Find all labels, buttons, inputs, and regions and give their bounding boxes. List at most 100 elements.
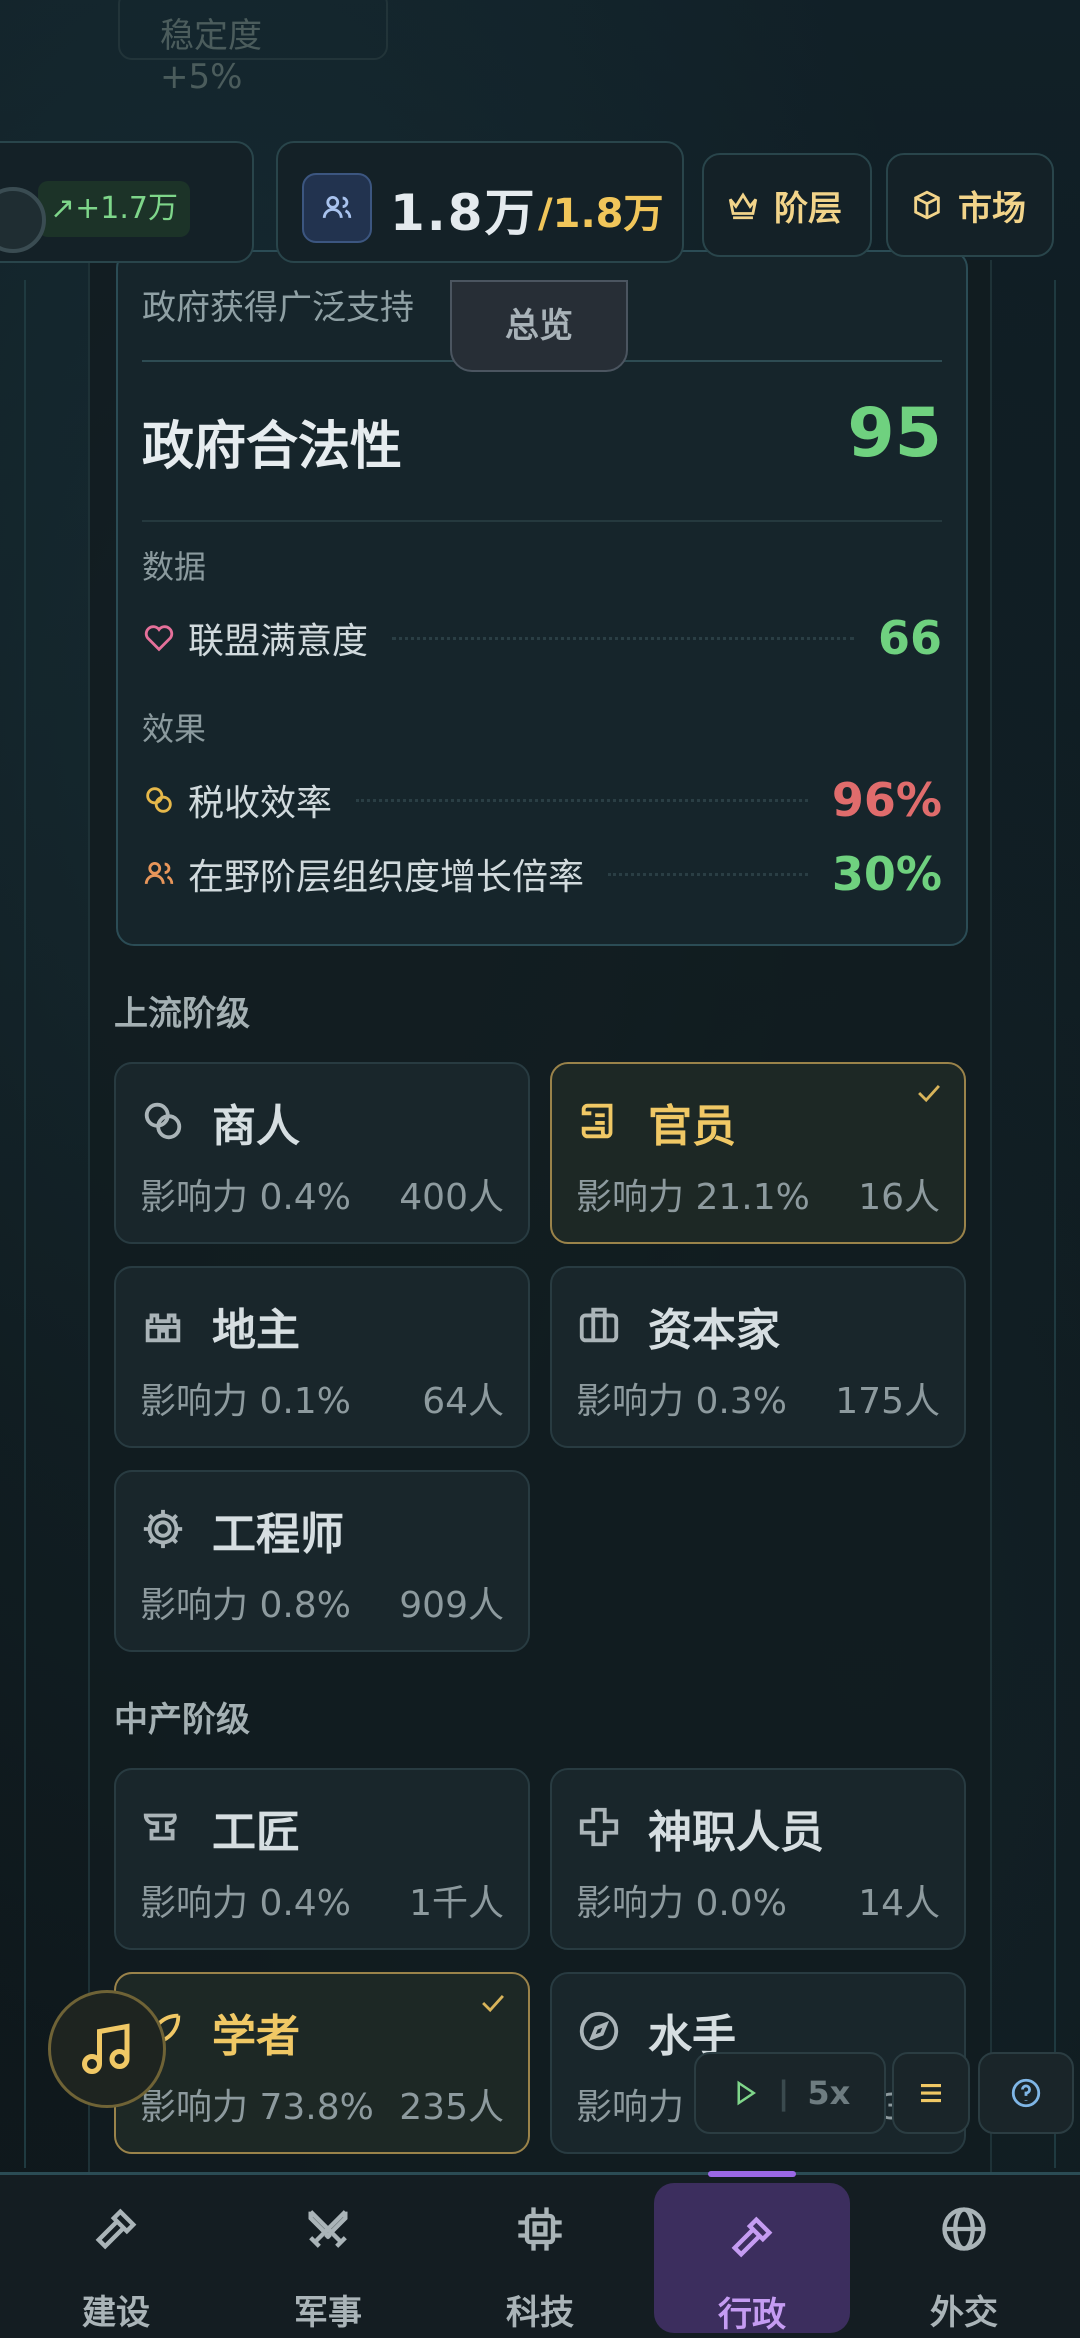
nav-label: 军事 (294, 2293, 362, 2333)
stat-row-tax: 税收效率 96% (142, 772, 942, 828)
stat-row-alliance: 联盟满意度 66 (142, 610, 942, 666)
class-card-engineer[interactable]: 工程师 影响力 0.8% 909人 (114, 1470, 530, 1652)
nav-military[interactable]: 军事 (230, 2175, 426, 2338)
strata-label: 阶层 (774, 188, 842, 229)
class-population: 16人 (858, 1177, 940, 1218)
legitimacy-score: 95 (847, 394, 942, 473)
users-icon (302, 173, 372, 243)
class-card-capitalist[interactable]: 资本家 影响力 0.3% 175人 (550, 1266, 966, 1448)
class-name: 资本家 (648, 1305, 780, 1356)
class-influence: 影响力 0.4% (140, 1177, 351, 1218)
dotted-leader (392, 636, 854, 640)
class-card-landowner[interactable]: 地主 影响力 0.1% 64人 (114, 1266, 530, 1448)
growth-value: +1.7万 (75, 191, 178, 226)
coins-icon (146, 787, 172, 813)
trend-up-icon: ↗ (50, 191, 76, 226)
class-name: 商人 (212, 1101, 300, 1152)
class-influence: 影响力 21.1% (576, 1177, 810, 1218)
population-value: 1.8万 (390, 184, 537, 242)
music-note-icon (82, 2023, 130, 2074)
class-population: 1千人 (409, 1883, 504, 1924)
menu-button[interactable] (892, 2052, 970, 2134)
right-frame-line (1054, 280, 1056, 2168)
class-name: 地主 (212, 1305, 300, 1356)
hammer-icon (95, 2208, 137, 2250)
play-icon (737, 2080, 756, 2106)
class-influence: 影响力 0.3% (576, 1381, 787, 1422)
bottom-nav: 建设 军事 科技 行政 外交 (0, 2171, 1080, 2338)
stat-label: 联盟满意度 (188, 621, 369, 662)
class-population: 909人 (399, 1585, 504, 1626)
swords-icon (308, 2210, 348, 2248)
gavel-icon (731, 2216, 773, 2258)
population-max: /1.8万 (538, 191, 664, 237)
market-label: 市场 (958, 188, 1026, 229)
heart-icon (144, 625, 174, 652)
speed-control[interactable]: | 5x (694, 2052, 886, 2134)
stat-row-organization: 在野阶层组织度增长倍率 30% (142, 846, 942, 902)
class-card-merchant[interactable]: 商人 影响力 0.4% 400人 (114, 1062, 530, 1244)
tab-overview[interactable]: 总览 (450, 280, 628, 372)
class-influence: 影响力 73.8% (140, 2087, 374, 2128)
chip-icon (518, 2207, 562, 2251)
nav-admin[interactable]: 行政 (654, 2171, 850, 2335)
nav-label: 科技 (506, 2293, 574, 2333)
anvil-icon (143, 1813, 177, 1841)
class-influence: 影响力 0.0% (576, 1883, 787, 1924)
castle-icon (145, 1313, 181, 1343)
check-icon (482, 1994, 504, 2013)
nav-label: 建设 (82, 2293, 150, 2333)
class-name: 官员 (648, 1101, 736, 1152)
stat-value: 66 (877, 611, 942, 665)
effects-section-label: 效果 (142, 710, 207, 748)
class-name: 工程师 (212, 1509, 344, 1560)
legitimacy-title: 政府合法性 (142, 417, 403, 477)
stat-label: 在野阶层组织度增长倍率 (188, 857, 585, 898)
class-card-artisan[interactable]: 工匠 影响力 0.4% 1千人 (114, 1768, 530, 1950)
class-population: 14人 (858, 1883, 940, 1924)
left-frame-line (24, 280, 26, 2168)
upper-class-title: 上流阶级 (114, 994, 250, 1034)
divider (142, 520, 942, 522)
gear-icon (143, 1509, 183, 1549)
class-influence: 影响力 0.4% (140, 1883, 351, 1924)
class-name: 学者 (212, 2011, 300, 2062)
compass-icon (579, 2011, 619, 2051)
class-card-official[interactable]: 官员 影响力 21.1% 16人 (550, 1062, 966, 1244)
speed-value: 5x (807, 2074, 851, 2112)
stat-label: 税收效率 (188, 783, 333, 824)
resource-bar: 万 ↗+1.7万 1.8万 /1.8万 阶层 市场 (0, 135, 1080, 285)
nav-label: 行政 (718, 2295, 786, 2335)
class-population: 235人 (399, 2087, 504, 2128)
music-button[interactable] (48, 1990, 166, 2108)
globe-icon (942, 2207, 986, 2251)
class-population: 400人 (399, 1177, 504, 1218)
check-icon (918, 1084, 940, 1103)
stat-value: 96% (831, 773, 942, 827)
class-name: 工匠 (212, 1807, 300, 1858)
strata-button[interactable]: 阶层 (702, 153, 872, 257)
scroll-icon (581, 1103, 613, 1139)
support-text: 政府获得广泛支持 (142, 288, 414, 328)
class-influence: 影响力 0.8% (140, 1585, 351, 1626)
menu-icon (921, 2083, 941, 2103)
stability-effect-faded: 稳定度 +5% (118, 0, 388, 97)
help-button[interactable] (978, 2052, 1074, 2134)
coins-icon (144, 1102, 182, 1140)
class-card-clergy[interactable]: 神职人员 影响力 0.0% 14人 (550, 1768, 966, 1950)
users-icon (144, 861, 174, 885)
class-population: 175人 (835, 1381, 940, 1422)
nav-diplomacy[interactable]: 外交 (866, 2175, 1062, 2338)
dotted-leader (356, 798, 808, 802)
population-card[interactable]: 1.8万 /1.8万 (276, 141, 684, 263)
nav-build[interactable]: 建设 (18, 2175, 214, 2338)
growth-badge: ↗+1.7万 (38, 181, 190, 237)
class-card-scholar[interactable]: 学者 影响力 73.8% 235人 (114, 1972, 530, 2154)
cross-icon (579, 1807, 619, 1847)
market-button[interactable]: 市场 (886, 153, 1054, 257)
middle-class-title: 中产阶级 (114, 1700, 250, 1740)
stat-value: 30% (831, 847, 942, 901)
class-name: 神职人员 (648, 1807, 824, 1858)
nav-tech[interactable]: 科技 (442, 2175, 638, 2338)
nav-label: 外交 (930, 2293, 998, 2333)
